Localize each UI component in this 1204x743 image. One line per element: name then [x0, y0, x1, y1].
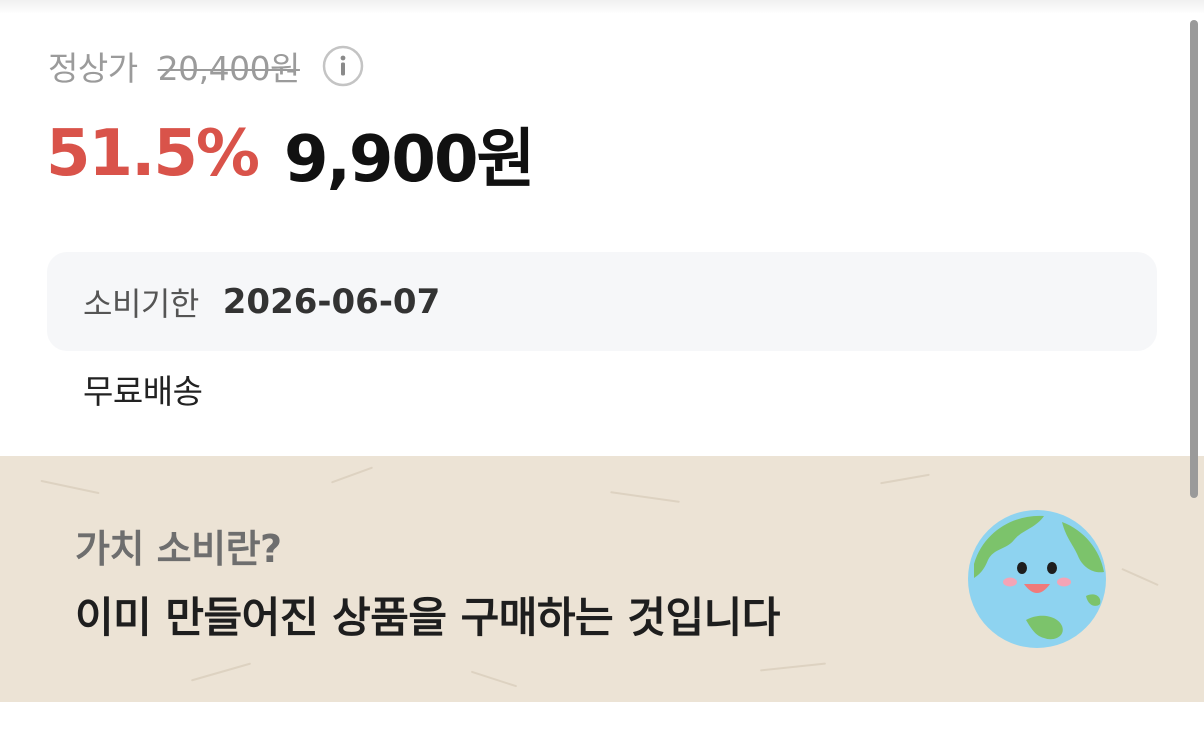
banner-texture	[330, 466, 374, 484]
banner-texture	[610, 491, 680, 503]
product-price-section: 정상가 20,400원 51.5% 9,900원 소비기한 2026-06-07…	[0, 0, 1204, 743]
smiling-earth-icon	[966, 508, 1108, 650]
bottom-spacer	[0, 702, 1204, 743]
banner-answer: 이미 만들어진 상품을 구매하는 것입니다	[75, 593, 780, 642]
banner-texture	[40, 479, 100, 495]
regular-price-label: 정상가	[48, 49, 138, 88]
sale-price-row: 51.5% 9,900원	[46, 114, 535, 197]
top-shadow	[0, 0, 1204, 14]
banner-texture	[1121, 567, 1159, 587]
banner-texture	[880, 473, 930, 485]
banner-question: 가치 소비란?	[75, 527, 282, 571]
discount-rate: 51.5%	[46, 117, 260, 191]
expiry-info-box: 소비기한 2026-06-07	[47, 252, 1157, 351]
banner-texture	[190, 662, 252, 682]
sale-price: 9,900원	[284, 123, 535, 197]
scrollbar-thumb[interactable]	[1190, 20, 1198, 498]
shipping-info: 무료배송	[83, 372, 203, 411]
value-consumption-banner[interactable]: 가치 소비란? 이미 만들어진 상품을 구매하는 것입니다	[0, 456, 1204, 702]
info-icon[interactable]	[322, 45, 364, 87]
banner-texture	[470, 670, 518, 688]
regular-price-value: 20,400원	[157, 49, 301, 88]
banner-texture	[760, 662, 826, 672]
expiry-label: 소비기한	[83, 284, 199, 323]
regular-price-row: 정상가 20,400원	[48, 40, 364, 92]
expiry-date: 2026-06-07	[222, 281, 441, 322]
